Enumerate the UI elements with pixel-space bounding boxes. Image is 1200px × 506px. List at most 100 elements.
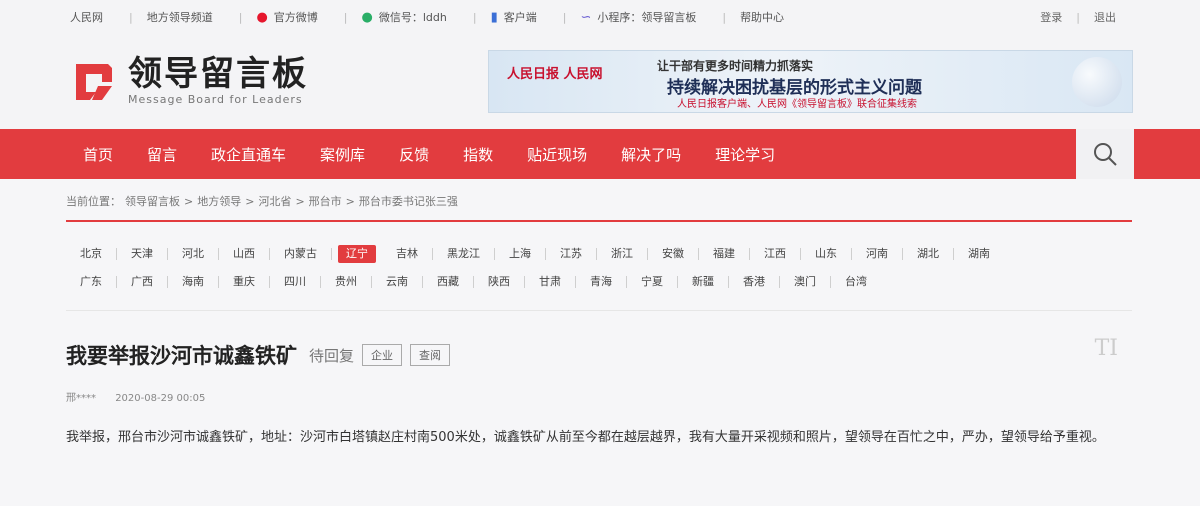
divider-red [66,220,1132,222]
nav-item[interactable]: 反馈 [399,144,429,165]
region-item[interactable]: 广西 [117,276,168,288]
nav-item[interactable]: 理论学习 [715,144,775,165]
region-item[interactable]: 贵州 [321,276,372,288]
font-size-icon[interactable]: TI [1095,336,1118,361]
top-link[interactable]: ● 微信号：lddh [362,9,447,25]
top-link[interactable]: ▮ 客户端 [491,9,537,25]
header: 领导留言板 Message Board for Leaders 人民日报 人民网… [0,34,1200,129]
region-item[interactable]: 吉林 [382,248,433,260]
region-item[interactable]: 福建 [699,248,750,260]
top-link[interactable]: 地方领导频道 [147,9,213,25]
nav-item[interactable]: 贴近现场 [527,144,587,165]
region-item[interactable]: 河南 [852,248,903,260]
region-item[interactable]: 青海 [576,276,627,288]
region-item[interactable]: 西藏 [423,276,474,288]
site-logo[interactable]: 领导留言板 Message Board for Leaders [68,54,308,106]
top-bar: 人民网 | 地方领导频道 | ● 官方微博 | ● 微信号：lddh | ▮ 客户端 | ∽ 小程序：领导留… [0,0,1200,34]
region-item[interactable]: 陕西 [474,276,525,288]
search-icon [1094,143,1117,166]
top-link-label: 人民网 [70,11,103,24]
banner-line1: 让干部有更多时间精力抓落实 [657,59,814,73]
region-item[interactable]: 天津 [117,248,168,260]
region-item[interactable]: 黑龙江 [433,248,495,260]
separator: | [562,10,567,24]
post-author: 邢**** [66,393,96,404]
breadcrumb-item[interactable]: 邢台市 [309,195,342,208]
region-item[interactable]: 广东 [66,276,117,288]
nav-items: 首页 留言 政企直通车 案例库 反馈 指数 贴近现场 解决了吗 理论学习 [83,144,809,165]
post-tag-view[interactable]: 查阅 [410,344,451,366]
breadcrumb-separator: > [245,195,255,208]
weibo-icon: ● [256,9,268,25]
region-item[interactable]: 重庆 [219,276,270,288]
region-item[interactable]: 上海 [495,248,546,260]
top-link-label: 官方微博 [273,11,318,24]
top-link-label: 微信号：lddh [378,11,447,24]
logo-mark-icon [68,54,120,106]
top-link[interactable]: ∽ 小程序：领导留言板 [580,9,696,25]
nav-item[interactable]: 首页 [83,144,113,165]
region-item[interactable]: 山东 [801,248,852,260]
logo-subtitle: Message Board for Leaders [128,92,303,106]
logout-link[interactable]: 退出 [1094,9,1116,25]
post-title: 我要举报沙河市诚鑫铁矿 [66,344,297,368]
banner-line3: 人民日报客户端、人民网《领导留言板》联合征集线索 [677,99,917,110]
post-time: 2020-08-29 00:05 [115,393,206,404]
region-item[interactable]: 云南 [372,276,423,288]
top-link-label: 帮助中心 [740,11,785,24]
region-item[interactable]: 河北 [168,248,219,260]
separator: | [722,10,727,24]
region-item[interactable]: 香港 [729,276,780,288]
breadcrumb-item[interactable]: 邢台市委书记张三强 [359,195,458,208]
wechat-icon: ● [361,9,373,25]
search-button[interactable] [1076,129,1134,179]
region-row-2: 广东 广西 海南 重庆 四川 贵州 云南 西藏 陕西 甘肃 青海 宁夏 新疆 香港 澳门 台湾 [66,268,1136,296]
region-item[interactable]: 湖北 [903,248,954,260]
logo-title: 领导留言板 [128,53,308,94]
divider [66,310,1132,311]
post-tag-category[interactable]: 企业 [362,344,403,366]
post-meta: 邢**** 2020-08-29 00:05 [66,389,221,404]
region-item[interactable]: 宁夏 [627,276,678,288]
post-body: 我举报，邢台市沙河市诚鑫铁矿，地址：沙河市白塔镇赵庄村南500米处，诚鑫铁矿从前… [66,430,1105,445]
nav-item[interactable]: 解决了吗 [621,144,681,165]
phone-icon: ▮ [490,9,498,25]
nav-item[interactable]: 指数 [463,144,493,165]
region-item[interactable]: 湖南 [954,248,1004,260]
separator: | [343,10,348,24]
breadcrumb-prefix: 当前位置： [66,195,121,208]
promo-banner[interactable]: 人民日报 人民网 让干部有更多时间精力抓落实 持续解决困扰基层的形式主义问题 人… [488,50,1133,113]
region-item[interactable]: 台湾 [831,276,881,288]
breadcrumb-item[interactable]: 地方领导 [197,195,241,208]
region-item[interactable]: 澳门 [780,276,831,288]
region-item[interactable]: 辽宁 [338,245,376,263]
separator: | [1076,10,1080,24]
top-link[interactable]: 人民网 [70,9,103,25]
region-item[interactable]: 新疆 [678,276,729,288]
region-item[interactable]: 浙江 [597,248,648,260]
login-link[interactable]: 登录 [1040,9,1062,25]
breadcrumb-item[interactable]: 河北省 [258,195,291,208]
top-link[interactable]: ● 官方微博 [256,9,317,25]
nav-item[interactable]: 案例库 [320,144,365,165]
region-item[interactable]: 海南 [168,276,219,288]
top-links: 人民网 | 地方领导频道 | ● 官方微博 | ● 微信号：lddh | ▮ 客户端 | ∽ 小程序：领导留… [70,9,796,25]
nav-item[interactable]: 政企直通车 [211,144,286,165]
main-nav: 首页 留言 政企直通车 案例库 反馈 指数 贴近现场 解决了吗 理论学习 [0,129,1200,179]
region-row-1: 北京 天津 河北 山西 内蒙古 辽宁 吉林 黑龙江 上海 江苏 浙江 安徽 福建 江西 山东 河南 湖北 湖南 [66,240,1136,268]
region-item[interactable]: 江西 [750,248,801,260]
region-item[interactable]: 江苏 [546,248,597,260]
breadcrumb-item[interactable]: 领导留言板 [125,195,180,208]
nav-item[interactable]: 留言 [147,144,177,165]
region-item[interactable]: 内蒙古 [270,248,332,260]
region-selector: 北京 天津 河北 山西 内蒙古 辽宁 吉林 黑龙江 上海 江苏 浙江 安徽 福建 江西 山东 河南 湖北 湖南 广… [66,240,1136,296]
region-item[interactable]: 安徽 [648,248,699,260]
breadcrumb: 当前位置： 领导留言板 > 地方领导 > 河北省 > 邢台市 > 邢台市委书记张三强 [66,193,462,209]
region-item[interactable]: 甘肃 [525,276,576,288]
region-item[interactable]: 四川 [270,276,321,288]
banner-decoration [1072,57,1122,107]
top-link-label: 小程序：领导留言板 [597,11,697,24]
region-item[interactable]: 北京 [66,248,117,260]
top-link[interactable]: 帮助中心 [740,9,784,25]
region-item[interactable]: 山西 [219,248,270,260]
